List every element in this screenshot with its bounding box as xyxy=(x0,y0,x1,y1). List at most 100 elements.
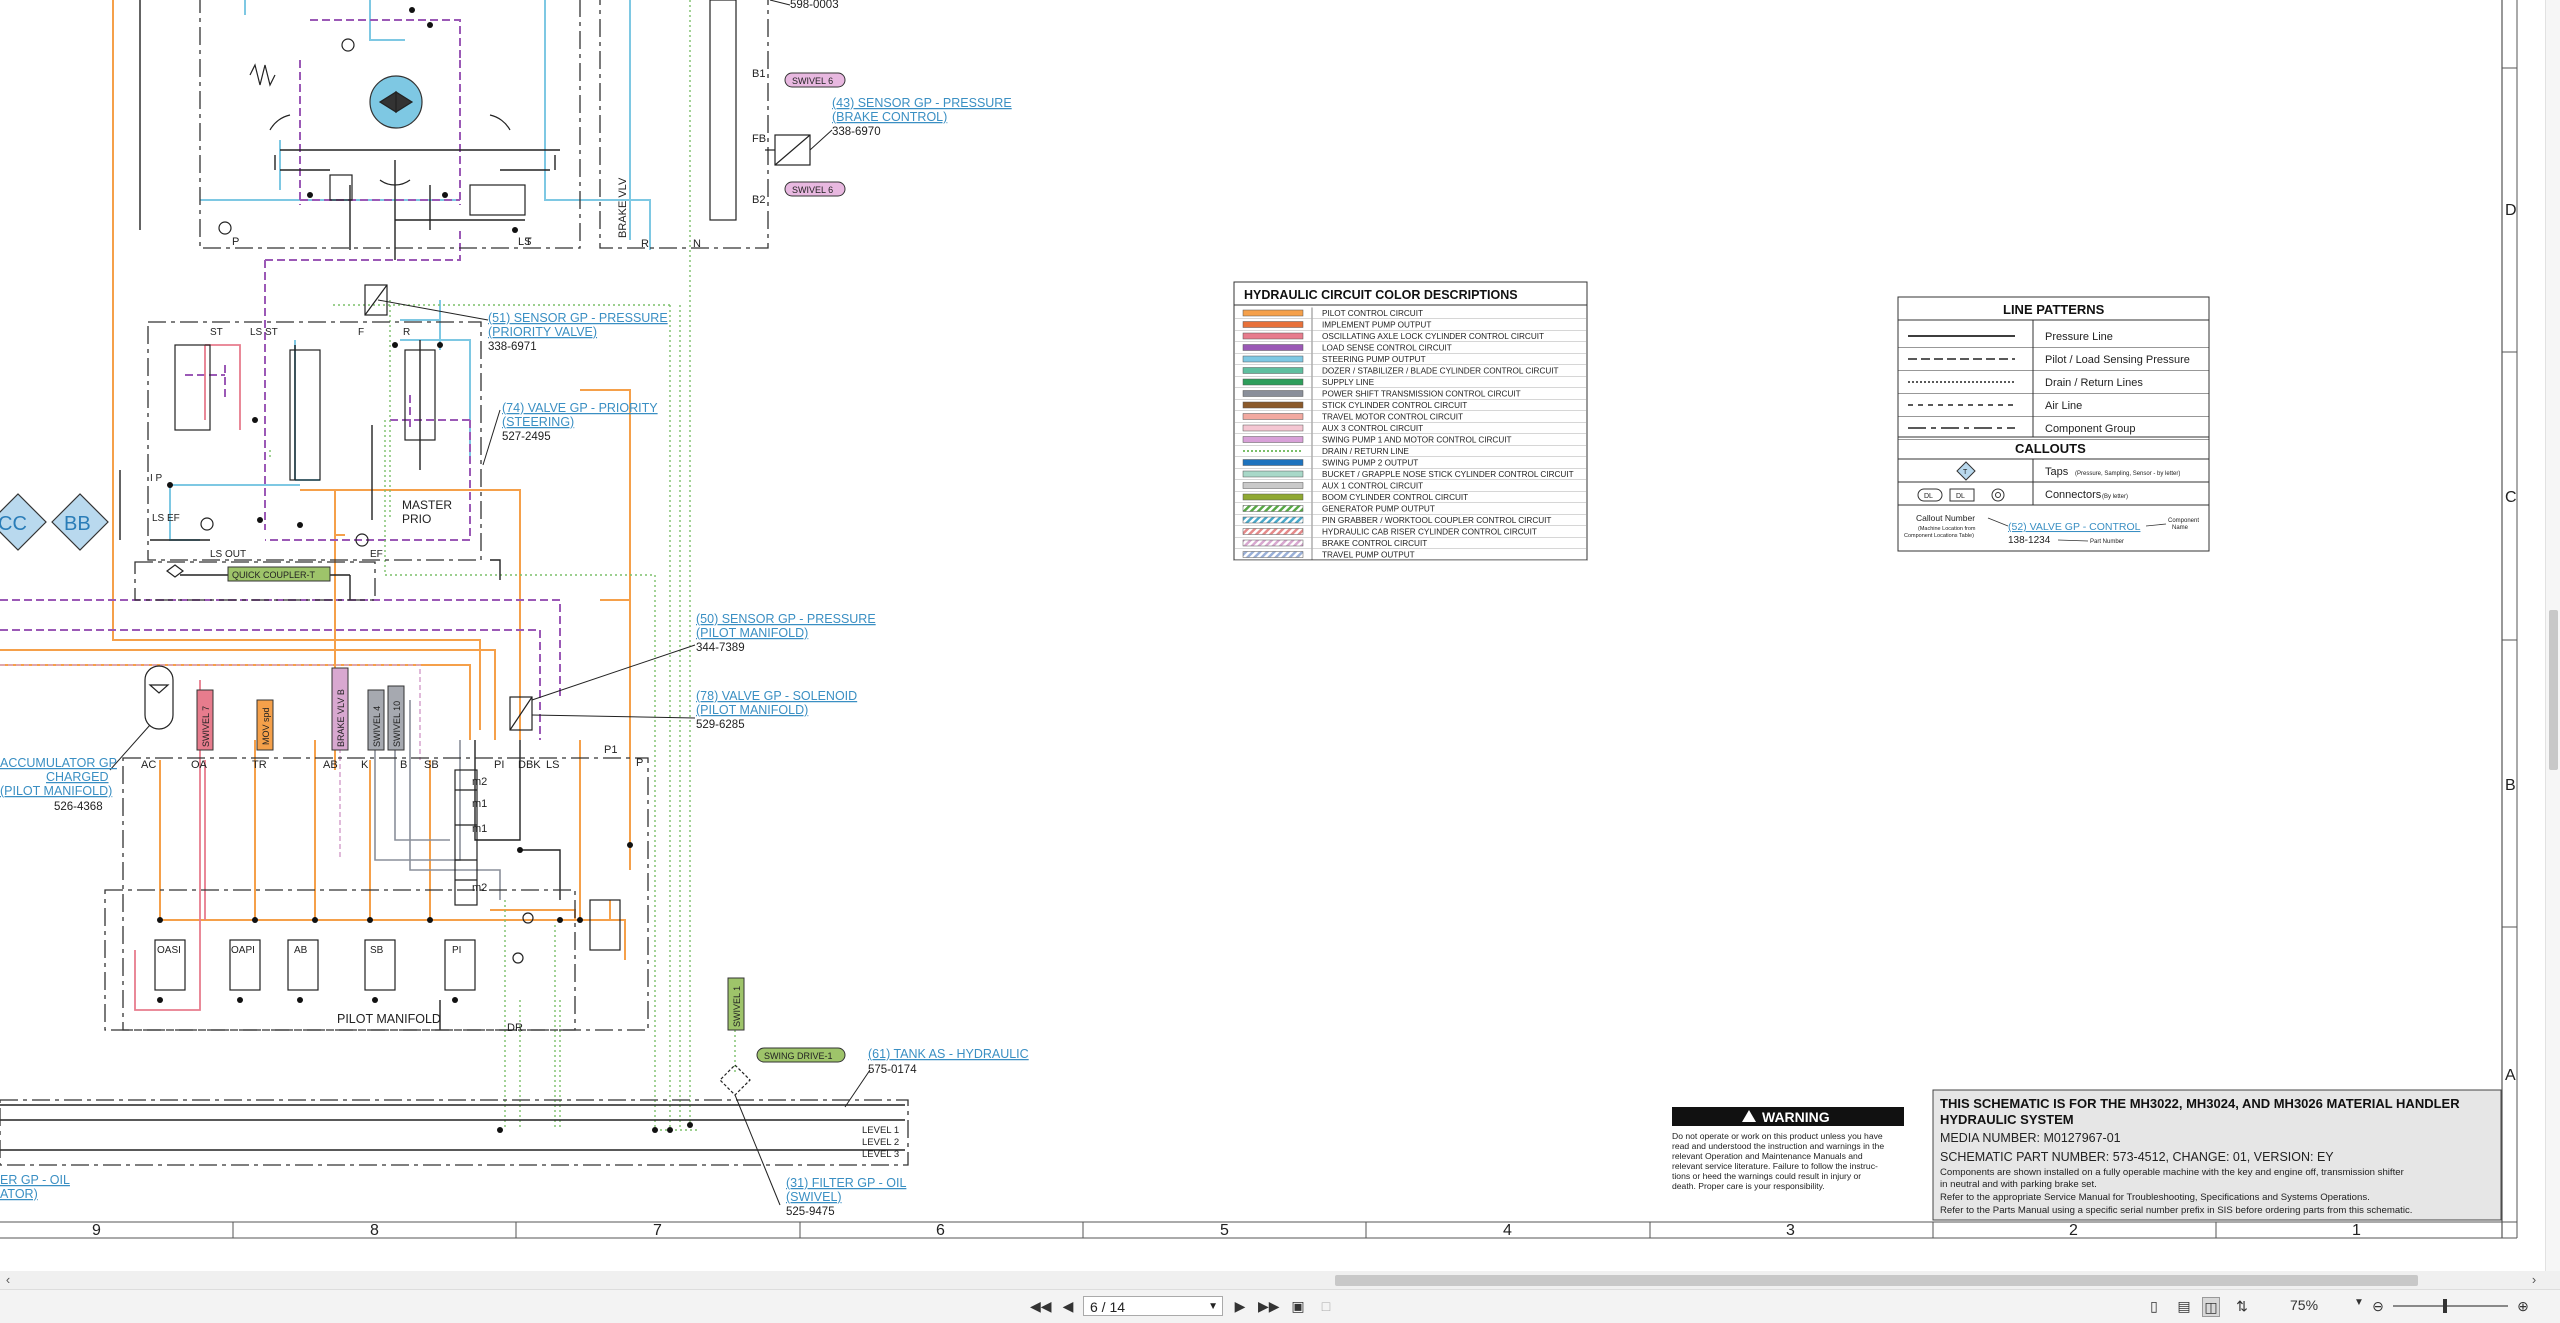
color-swatch xyxy=(1242,367,1304,374)
port-ls-out: LS OUT xyxy=(210,549,246,560)
color-legend-label: LOAD SENSE CONTROL CIRCUIT xyxy=(1322,344,1452,353)
warning-line-2: read and understood the instruction and … xyxy=(1672,1141,1884,1151)
svg-text:SWIVEL 10: SWIVEL 10 xyxy=(392,701,402,747)
chevron-down-icon[interactable]: ▼ xyxy=(1208,1297,1218,1317)
color-swatch xyxy=(1242,516,1304,524)
sensor-priority-callout-subtitle[interactable]: (PRIORITY VALVE) xyxy=(488,325,597,339)
accumulator-callout-link[interactable]: ACCUMULATOR GP xyxy=(0,756,117,770)
swivel-6-tag-upper[interactable]: SWIVEL 6 xyxy=(784,72,846,88)
port-p1: P1 xyxy=(604,744,617,756)
pilot-manifold-label: PILOT MANIFOLD xyxy=(337,1012,441,1026)
color-swatch xyxy=(1242,309,1304,317)
line-pattern-label: Component Group xyxy=(2045,423,2136,435)
title-note-1: Components are shown installed on a full… xyxy=(1940,1167,2405,1178)
port-ac: AC xyxy=(141,759,156,771)
accumulator-callout-line2[interactable]: CHARGED xyxy=(46,770,109,784)
port-ls-ef: LS EF xyxy=(152,513,180,524)
swivel-4-tag[interactable]: SWIVEL 4 xyxy=(367,689,385,751)
warning-title: WARNING xyxy=(1762,1109,1830,1125)
port-b2: B2 xyxy=(752,194,765,206)
warning-line-5: tions or heed the warnings could result … xyxy=(1672,1171,1861,1181)
first-page-icon[interactable]: ◀◀ xyxy=(1030,1297,1052,1315)
vertical-scrollbar-thumb[interactable] xyxy=(2549,610,2558,770)
continuous-view-icon[interactable]: ▤ xyxy=(2176,1297,2192,1315)
tank-level-1: LEVEL 1 xyxy=(862,1125,899,1136)
color-swatch xyxy=(1242,332,1304,340)
horizontal-scrollbar[interactable]: ‹ › xyxy=(0,1271,2560,1289)
media-number: MEDIA NUMBER: M0127967-01 xyxy=(1940,1131,2121,1145)
horizontal-scrollbar-thumb[interactable] xyxy=(1335,1275,2418,1286)
swing-drive-tag[interactable]: SWING DRIVE-1 xyxy=(756,1047,846,1063)
mov-spd-tag[interactable]: MOV spd xyxy=(256,699,274,751)
sensor-brake-callout-subtitle[interactable]: (BRAKE CONTROL) xyxy=(832,110,947,124)
color-swatch xyxy=(1242,505,1304,512)
taps-note: (Pressure, Sampling, Sensor - by letter) xyxy=(2075,471,2180,477)
tank-level-2: LEVEL 2 xyxy=(862,1137,899,1148)
port-oa: OA xyxy=(191,759,208,771)
color-legend-label: HYDRAULIC CAB RISER CYLINDER CONTROL CIR… xyxy=(1322,528,1537,537)
filter-swivel-callout-link[interactable]: (31) FILTER GP - OIL xyxy=(786,1176,906,1190)
color-swatch xyxy=(1242,482,1304,489)
color-swatch xyxy=(1242,493,1304,501)
quick-coupler-tag[interactable]: QUICK COUPLER-T xyxy=(227,566,331,582)
swivel-1-tag[interactable]: SWIVEL 1 xyxy=(727,977,745,1031)
fit-page-icon[interactable]: ▣ xyxy=(1290,1297,1306,1315)
vertical-scrollbar[interactable] xyxy=(2545,0,2560,1271)
color-swatch xyxy=(1242,401,1304,409)
valve-solenoid-callout-link[interactable]: (78) VALVE GP - SOLENOID xyxy=(696,689,857,703)
swivel-6-tag-lower[interactable]: SWIVEL 6 xyxy=(784,181,846,197)
color-legend-label: SWING PUMP 1 AND MOTOR CONTROL CIRCUIT xyxy=(1322,436,1512,445)
page-number-field[interactable]: 6 / 14 ▼ xyxy=(1083,1296,1223,1316)
sensor-priority-callout-link[interactable]: (51) SENSOR GP - PRESSURE xyxy=(488,311,668,325)
sensor-pilot-callout-link[interactable]: (50) SENSOR GP - PRESSURE xyxy=(696,612,876,626)
swivel-10-tag[interactable]: SWIVEL 10 xyxy=(387,685,405,751)
valve-priority-callout-link[interactable]: (74) VALVE GP - PRIORITY xyxy=(502,401,658,415)
taps-symbol: T xyxy=(1963,469,1968,476)
callouts-title: CALLOUTS xyxy=(2015,441,2086,456)
zoom-slider-knob[interactable] xyxy=(2443,1299,2447,1313)
solenoid-m2-upper: m2 xyxy=(472,776,487,788)
solenoid-m2-lower: m2 xyxy=(472,882,487,894)
single-page-view-icon[interactable]: ▯ xyxy=(2146,1297,2162,1315)
scroll-right-icon[interactable]: › xyxy=(2526,1271,2542,1289)
zoom-level[interactable]: 75% xyxy=(2290,1297,2318,1313)
sensor-brake-callout-link[interactable]: (43) SENSOR GP - PRESSURE xyxy=(832,96,1012,110)
zoom-out-icon[interactable]: ⊖ xyxy=(2370,1297,2386,1315)
zoom-dropdown-icon[interactable]: ▼ xyxy=(2354,1297,2364,1308)
previous-page-icon[interactable]: ◀ xyxy=(1060,1297,1076,1315)
scroll-left-icon[interactable]: ‹ xyxy=(0,1271,16,1289)
solenoid-m1-upper: m1 xyxy=(472,798,487,810)
accumulator-callout-line3[interactable]: (PILOT MANIFOLD) xyxy=(0,784,112,798)
scroll-view-icon[interactable]: ⇅ xyxy=(2234,1297,2250,1315)
connector-bb[interactable]: BB xyxy=(51,493,109,551)
last-page-icon[interactable]: ▶▶ xyxy=(1258,1297,1280,1315)
page-number-value: 6 / 14 xyxy=(1090,1299,1126,1315)
connector-cc[interactable]: CC xyxy=(0,493,47,551)
color-swatch xyxy=(1242,424,1304,432)
filter-partial-callout-link[interactable]: ER GP - OIL xyxy=(0,1173,70,1187)
filter-partial-callout-line2[interactable]: ATOR) xyxy=(0,1187,38,1201)
valve-solenoid-callout-subtitle[interactable]: (PILOT MANIFOLD) xyxy=(696,703,808,717)
swivel-7-tag[interactable]: SWIVEL 7 xyxy=(196,689,214,751)
brake-vlv-b-tag[interactable]: BRAKE VLV B xyxy=(331,667,349,751)
fit-width-icon[interactable]: □ xyxy=(1318,1297,1334,1315)
zoom-in-icon[interactable]: ⊕ xyxy=(2515,1297,2531,1315)
valve-ab: AB xyxy=(294,945,308,956)
schematic-part-number: SCHEMATIC PART NUMBER: 573-4512, CHANGE:… xyxy=(1940,1150,2334,1164)
title-block: THIS SCHEMATIC IS FOR THE MH3022, MH3024… xyxy=(1932,1089,2502,1221)
color-legend-label: PIN GRABBER / WORKTOOL COUPLER CONTROL C… xyxy=(1322,516,1551,525)
tank-callout-link[interactable]: (61) TANK AS - HYDRAULIC xyxy=(868,1047,1029,1061)
warning-line-6: death. Proper care is your responsibilit… xyxy=(1672,1181,1825,1191)
zoom-slider[interactable] xyxy=(2393,1299,2508,1313)
warning-line-1: Do not operate or work on this product u… xyxy=(1672,1131,1883,1141)
next-page-icon[interactable]: ▶ xyxy=(1232,1297,1248,1315)
valve-sb: SB xyxy=(370,945,384,956)
two-page-view-icon[interactable]: ◫ xyxy=(2202,1297,2220,1317)
row-letter-d: D xyxy=(2505,202,2517,219)
filter-swivel-callout-subtitle[interactable]: (SWIVEL) xyxy=(786,1190,842,1204)
sensor-pilot-callout-subtitle[interactable]: (PILOT MANIFOLD) xyxy=(696,626,808,640)
port-fb: FB xyxy=(752,133,766,145)
valve-priority-callout-subtitle[interactable]: (STEERING) xyxy=(502,415,574,429)
port-ls-pm: LS xyxy=(546,759,559,771)
port-ab: AB xyxy=(323,759,338,771)
